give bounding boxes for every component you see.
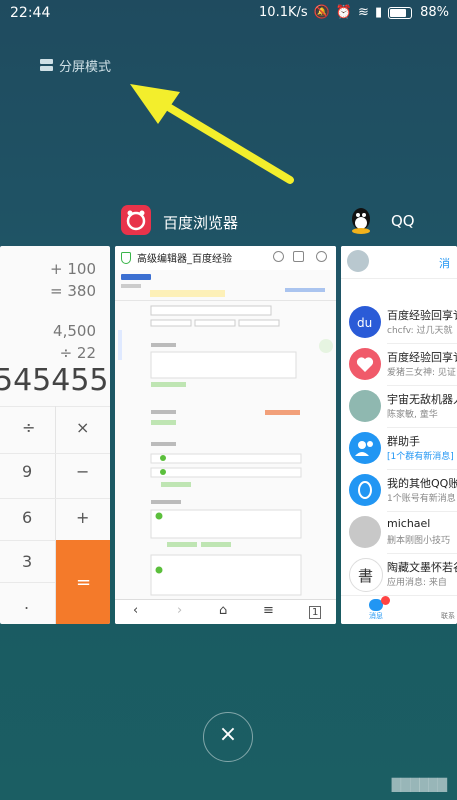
calligraphy-icon: 書 xyxy=(349,558,383,592)
conversation-row[interactable]: 宇宙无敌机器人 陈家敏, 童华 xyxy=(341,386,457,428)
calc-key-3[interactable]: 3 xyxy=(22,552,32,571)
baidu-browser-app-name: 百度浏览器 xyxy=(163,214,239,232)
conversation-preview: 应用消息: 来自 xyxy=(387,578,447,588)
calc-key-multiply[interactable]: × xyxy=(76,418,89,437)
qq-penguin-icon xyxy=(349,474,381,506)
mic-icon[interactable] xyxy=(273,251,284,262)
conversation-row[interactable]: michael 删本刚图小技巧 xyxy=(341,512,457,554)
calc-key-dot[interactable]: . xyxy=(24,594,29,613)
calc-line: = 380 xyxy=(50,282,96,300)
qq-header-action[interactable]: 消 xyxy=(439,255,450,271)
group-icon xyxy=(349,432,381,464)
conversation-row[interactable]: 群助手 [1个群有新消息] xyxy=(341,428,457,470)
camera-icon[interactable] xyxy=(293,251,304,262)
calc-key-equals[interactable]: = xyxy=(56,540,110,624)
conversation-preview: [1个群有新消息] xyxy=(387,452,454,462)
heart-icon xyxy=(349,348,381,380)
calculator-display: + 100 = 380 4,500 ÷ 22 545455 xyxy=(0,246,110,398)
conversation-name: 宇宙无敌机器人 xyxy=(387,393,457,406)
qq-card[interactable]: 消 du 百度经验回享讠 chcfv: 过几天就 百度经验回享讠 爱猪三女神: … xyxy=(341,246,457,624)
calculator-card[interactable]: + 100 = 380 4,500 ÷ 22 545455 ÷ × 9 − 6 … xyxy=(0,246,110,624)
conversation-row[interactable]: 百度经验回享讠 爱猪三女神: 见证 xyxy=(341,344,457,386)
back-icon[interactable]: ‹ xyxy=(133,603,138,618)
conversation-name: 我的其他QQ账 xyxy=(387,477,457,490)
conversation-preview: 1个账号有新消息 xyxy=(387,494,456,504)
avatar xyxy=(349,516,381,548)
svg-text:書: 書 xyxy=(358,567,373,585)
conversation-name: michael xyxy=(387,517,431,530)
calc-key-9[interactable]: 9 xyxy=(22,462,32,481)
home-icon[interactable]: ⌂ xyxy=(219,603,227,618)
qq-app-icon[interactable] xyxy=(346,205,376,235)
calc-key-divide[interactable]: ÷ xyxy=(22,418,35,437)
browser-bottom-toolbar: ‹ › ⌂ ≡ 1 xyxy=(115,599,336,624)
conversation-row[interactable]: 書 陶藏文墨怀若谷 应用消息: 来自 xyxy=(341,554,457,596)
web-page-thumbnail xyxy=(115,270,336,600)
equals-label: = xyxy=(76,572,92,593)
avatar xyxy=(349,390,381,422)
watermark: ██████ xyxy=(391,778,447,792)
page-content-sketch xyxy=(115,274,336,596)
divider xyxy=(0,453,110,454)
qq-bottom-tabs: 消息 联系 xyxy=(341,595,457,624)
calc-line: + 100 xyxy=(50,260,96,278)
calc-key-plus[interactable]: + xyxy=(76,508,89,527)
menu-icon[interactable]: ≡ xyxy=(263,603,274,618)
browser-card[interactable]: 高级编辑器_百度经验 ‹ › ⌂ ≡ 1 xyxy=(115,246,336,624)
refresh-icon[interactable] xyxy=(316,251,327,262)
conversation-preview: chcfv: 过几天就 xyxy=(387,326,453,336)
divider xyxy=(0,582,55,583)
qq-header: 消 xyxy=(341,246,457,279)
conversation-row[interactable]: du 百度经验回享讠 chcfv: 过几天就 xyxy=(341,302,457,344)
conversation-name: 百度经验回享讠 xyxy=(387,351,457,364)
baidu-browser-app-icon[interactable] xyxy=(121,205,151,235)
forward-icon[interactable]: › xyxy=(177,603,182,618)
conversation-preview: 删本刚图小技巧 xyxy=(387,536,451,546)
conversation-name: 百度经验回享讠 xyxy=(387,309,457,322)
svg-text:du: du xyxy=(357,316,372,330)
messages-tab-label[interactable]: 消息 xyxy=(369,611,383,621)
conversation-preview: 陈家敏, 童华 xyxy=(387,410,438,420)
calc-line: ÷ 22 xyxy=(59,344,96,362)
calc-result: 545455 xyxy=(0,363,109,398)
avatar[interactable] xyxy=(347,250,369,272)
conversation-row[interactable]: 我的其他QQ账 1个账号有新消息 xyxy=(341,470,457,512)
browser-title-bar: 高级编辑器_百度经验 xyxy=(115,246,336,271)
conversation-preview: 爱猪三女神: 见证 xyxy=(387,368,456,378)
divider xyxy=(0,498,110,499)
clear-all-button[interactable]: × xyxy=(203,712,253,762)
secure-shield-icon xyxy=(121,252,131,264)
calc-line: 4,500 xyxy=(53,322,96,340)
qq-app-name: QQ xyxy=(391,212,415,230)
conversation-name: 陶藏文墨怀若谷 xyxy=(387,561,457,574)
calc-key-6[interactable]: 6 xyxy=(22,508,32,527)
tabs-icon[interactable]: 1 xyxy=(309,606,322,619)
contacts-tab-label[interactable]: 联系 xyxy=(441,611,455,621)
close-icon: × xyxy=(218,722,238,747)
conversation-name: 群助手 xyxy=(387,435,420,448)
baidu-du-icon: du xyxy=(349,306,381,338)
calc-key-minus[interactable]: − xyxy=(76,462,89,481)
unread-badge xyxy=(381,596,390,605)
browser-tab-title: 高级编辑器_百度经验 xyxy=(137,254,232,265)
